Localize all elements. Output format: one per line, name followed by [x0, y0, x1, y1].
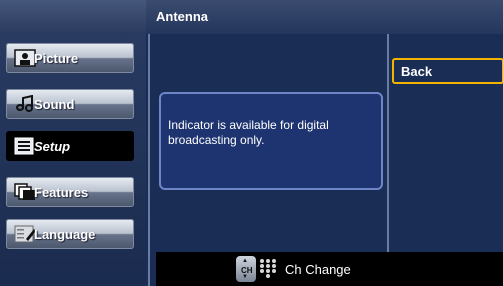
number-keypad-icon: [260, 259, 278, 279]
menu-item-label: Sound: [34, 97, 75, 112]
menu-item-label: Setup: [34, 139, 71, 154]
info-text: Indicator is available for digital broad…: [168, 118, 329, 147]
menu-item-label: Picture: [34, 51, 79, 66]
panel-divider-left: [148, 34, 150, 286]
language-icon: [14, 225, 36, 243]
main-menu-sidebar: Picture Sound Setup Features Language: [0, 0, 146, 286]
arrow-down-icon: ▼: [242, 274, 248, 280]
menu-item-sound[interactable]: Sound: [6, 89, 134, 119]
menu-item-label: Features: [34, 185, 89, 200]
tv-menu-screen: Picture Sound Setup Features Language An…: [0, 0, 503, 286]
back-button[interactable]: Back: [392, 58, 503, 84]
footer-hint-text: Ch Change: [285, 262, 351, 277]
channel-button-icon: ▲ CH ▼: [236, 256, 256, 282]
panel-header: Antenna: [146, 0, 503, 34]
arrow-up-icon: ▲: [242, 258, 248, 264]
menu-item-language[interactable]: Language: [6, 219, 134, 249]
info-box: Indicator is available for digital broad…: [159, 92, 383, 190]
picture-icon: [14, 49, 36, 67]
menu-item-label: Language: [34, 227, 96, 242]
panel-divider-right: [387, 34, 389, 252]
setup-icon: [14, 137, 34, 155]
sidebar-header: [0, 0, 146, 34]
footer-hint-bar: ▲ CH ▼ Ch Change: [156, 252, 503, 286]
menu-item-features[interactable]: Features: [6, 177, 134, 207]
features-icon: [14, 183, 35, 200]
page-title: Antenna: [156, 9, 208, 24]
menu-item-setup[interactable]: Setup: [6, 131, 134, 161]
menu-item-picture[interactable]: Picture: [6, 43, 134, 73]
sound-icon: [16, 95, 33, 112]
content-panel: Antenna Indicator is available for digit…: [146, 0, 503, 286]
back-button-label: Back: [401, 64, 433, 79]
